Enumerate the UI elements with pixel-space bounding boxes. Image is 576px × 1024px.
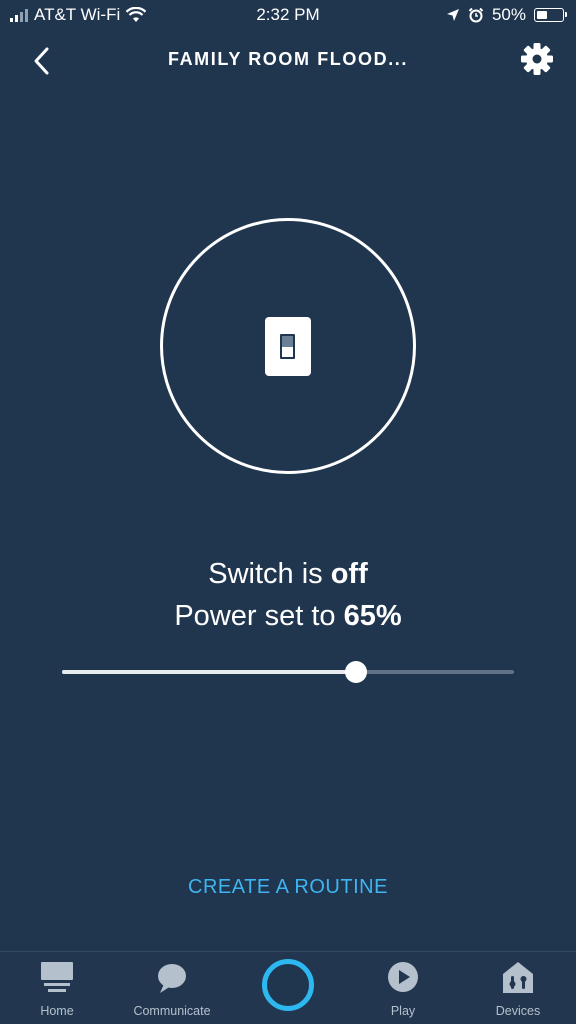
status-bar: AT&T Wi-Fi 2:32 PM 50%	[0, 0, 576, 32]
location-arrow-icon	[446, 9, 459, 21]
switch-state-text: Switch is off	[208, 558, 368, 590]
switch-state-value: off	[330, 558, 368, 590]
page-title: FAMILY ROOM FLOOD...	[167, 49, 408, 69]
play-icon	[388, 962, 418, 992]
nav-home[interactable]: Home	[7, 952, 107, 1024]
slider-fill	[62, 670, 356, 674]
battery-percent: 50%	[491, 5, 526, 24]
power-value: 65%	[343, 600, 402, 632]
alarm-clock-icon	[468, 7, 484, 23]
create-routine-link[interactable]: CREATE A ROUTINE	[0, 876, 576, 899]
home-icon	[41, 962, 73, 992]
power-slider[interactable]	[62, 660, 514, 684]
slider-thumb[interactable]	[344, 661, 367, 683]
nav-play[interactable]: Play	[353, 952, 453, 1024]
gear-icon[interactable]	[518, 40, 556, 78]
chat-bubble-icon	[158, 964, 186, 993]
header: FAMILY ROOM FLOOD...	[0, 36, 576, 82]
bottom-nav: Home Communicate Play Devices	[0, 951, 576, 1024]
light-switch-icon	[265, 317, 311, 376]
alexa-ring-icon[interactable]	[262, 959, 314, 1011]
battery-icon	[534, 8, 567, 22]
nav-devices[interactable]: Devices	[468, 952, 568, 1024]
power-text: Power set to 65%	[174, 600, 402, 632]
status-right: 50%	[446, 5, 567, 25]
nav-communicate[interactable]: Communicate	[122, 952, 222, 1024]
devices-icon	[503, 962, 533, 993]
